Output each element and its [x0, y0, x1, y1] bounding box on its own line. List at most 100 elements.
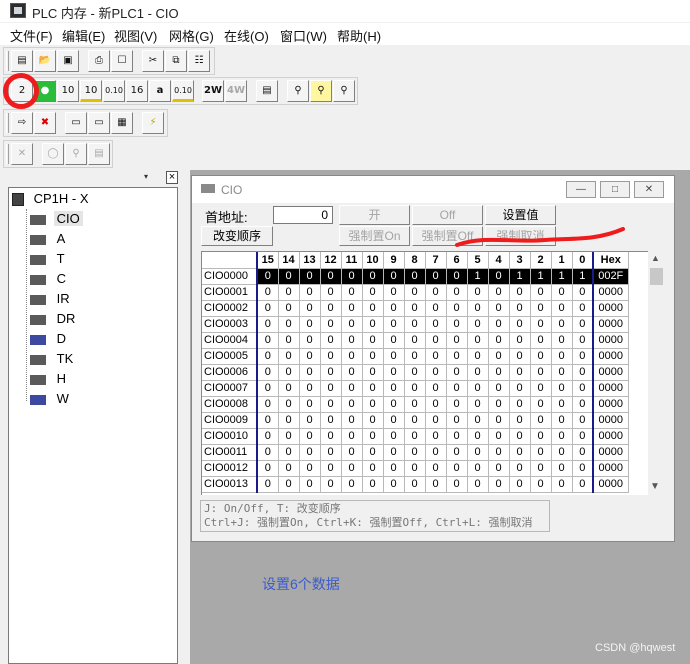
bit-cell[interactable]: 0	[383, 412, 405, 429]
hex-cell[interactable]: 0000	[593, 428, 629, 445]
bit-cell[interactable]: 0	[446, 364, 468, 381]
hex-format-button[interactable]: 16	[126, 80, 148, 102]
bit-cell[interactable]: 0	[362, 300, 384, 317]
bit-cell[interactable]: 0	[278, 444, 300, 461]
bit-cell[interactable]: 0	[299, 396, 321, 413]
hex-cell[interactable]: 0000	[593, 300, 629, 317]
bit-cell[interactable]: 0	[425, 268, 447, 285]
grid-lines-icon[interactable]: ▤	[256, 80, 278, 102]
clear-icon[interactable]: ✖	[34, 112, 56, 134]
bit-cell[interactable]: 0	[467, 460, 489, 477]
bit-cell[interactable]: 0	[383, 300, 405, 317]
bit-cell[interactable]: 0	[256, 460, 279, 477]
hex-cell[interactable]: 0000	[593, 332, 629, 349]
binary-format-button[interactable]: 2	[11, 80, 33, 102]
open-folder-icon[interactable]: 📂	[34, 50, 56, 72]
bit-cell[interactable]: 0	[572, 316, 594, 333]
bit-cell[interactable]: 0	[278, 428, 300, 445]
bit-cell[interactable]: 0	[425, 476, 447, 493]
bit-cell[interactable]: 0	[383, 444, 405, 461]
tree-item-a[interactable]: A	[30, 230, 65, 248]
hex-cell[interactable]: 0000	[593, 316, 629, 333]
toolbar-grip[interactable]	[6, 144, 9, 164]
bit-cell[interactable]: 0	[446, 316, 468, 333]
bit-cell[interactable]: 0	[551, 284, 573, 301]
bit-cell[interactable]: 0	[551, 396, 573, 413]
bit-cell[interactable]: 0	[530, 380, 552, 397]
bit-cell[interactable]: 0	[425, 332, 447, 349]
close-icon[interactable]: ×	[166, 171, 178, 184]
four-word-button[interactable]: 4W	[225, 80, 247, 102]
bit-cell[interactable]: 0	[362, 332, 384, 349]
bit-cell[interactable]: 0	[488, 476, 510, 493]
bit-cell[interactable]: 0	[278, 316, 300, 333]
transfer-to-plc-icon[interactable]: ⇨	[11, 112, 33, 134]
bit-cell[interactable]: 0	[320, 428, 342, 445]
bit-cell[interactable]: 0	[446, 284, 468, 301]
bit-cell[interactable]: 0	[425, 460, 447, 477]
bit-cell[interactable]: 0	[383, 316, 405, 333]
tree-item-c[interactable]: C	[30, 270, 66, 288]
bit-cell[interactable]: 0	[509, 380, 531, 397]
hex-cell[interactable]: 0000	[593, 364, 629, 381]
bit-cell[interactable]: 0	[278, 268, 300, 285]
bit-cell[interactable]: 0	[572, 396, 594, 413]
bit-cell[interactable]: 0	[341, 364, 363, 381]
bit-cell[interactable]: 0	[509, 444, 531, 461]
bit-cell[interactable]: 0	[341, 348, 363, 365]
bit-cell[interactable]: 0	[530, 364, 552, 381]
bit-cell[interactable]: 0	[256, 268, 279, 285]
bit-cell[interactable]: 0	[320, 380, 342, 397]
bit-cell[interactable]: 0	[320, 268, 342, 285]
bit-cell[interactable]: 0	[256, 348, 279, 365]
bit-cell[interactable]: 0	[551, 348, 573, 365]
bit-cell[interactable]: 0	[572, 332, 594, 349]
bit-cell[interactable]: 0	[509, 428, 531, 445]
decimal-format-button[interactable]: 10	[57, 80, 79, 102]
bit-cell[interactable]: 0	[488, 316, 510, 333]
bit-cell[interactable]: 0	[320, 476, 342, 493]
bit-cell[interactable]: 0	[320, 412, 342, 429]
bit-cell[interactable]: 0	[341, 476, 363, 493]
bit-cell[interactable]: 0	[467, 300, 489, 317]
save-icon[interactable]: ▣	[57, 50, 79, 72]
bit-cell[interactable]: 0	[488, 460, 510, 477]
bit-cell[interactable]: 0	[404, 396, 426, 413]
bit-cell[interactable]: 0	[488, 364, 510, 381]
paste-icon[interactable]: ☷	[188, 50, 210, 72]
scrollbar-thumb[interactable]	[650, 268, 663, 285]
toolbar-grip[interactable]	[6, 81, 9, 101]
bit-cell[interactable]: 0	[488, 348, 510, 365]
bit-cell[interactable]: 0	[551, 428, 573, 445]
bit-cell[interactable]: 0	[551, 476, 573, 493]
bit-cell[interactable]: 0	[383, 332, 405, 349]
bit-cell[interactable]: 0	[467, 396, 489, 413]
bit-cell[interactable]: 1	[509, 268, 531, 285]
bit-cell[interactable]: 0	[509, 316, 531, 333]
toolbar-grip[interactable]	[6, 51, 9, 71]
bit-cell[interactable]: 0	[362, 396, 384, 413]
bit-cell[interactable]: 0	[362, 348, 384, 365]
bit-cell[interactable]: 0	[488, 428, 510, 445]
bit-cell[interactable]: 0	[278, 364, 300, 381]
bit-cell[interactable]: 0	[341, 284, 363, 301]
bit-cell[interactable]: 0	[320, 316, 342, 333]
tree-item-tk[interactable]: TK	[30, 350, 73, 368]
bit-cell[interactable]: 0	[278, 348, 300, 365]
set-value-button[interactable]: 设置值	[485, 205, 556, 225]
bit-cell[interactable]: 0	[551, 300, 573, 317]
bit-cell[interactable]: 0	[341, 460, 363, 477]
bit-cell[interactable]: 0	[320, 332, 342, 349]
bit-cell[interactable]: 0	[404, 444, 426, 461]
bit-cell[interactable]: 0	[530, 300, 552, 317]
menu-help[interactable]: 帮助(H)	[337, 26, 381, 45]
bit-cell[interactable]: 0	[256, 380, 279, 397]
bit-cell[interactable]: 0	[299, 428, 321, 445]
bit-cell[interactable]: 0	[256, 476, 279, 493]
bit-cell[interactable]: 0	[488, 412, 510, 429]
time-chart-icon[interactable]: ▤	[88, 143, 110, 165]
hex-cell[interactable]: 0000	[593, 444, 629, 461]
tree-item-w[interactable]: W	[30, 390, 69, 408]
address-find-icon[interactable]: ⚲	[65, 143, 87, 165]
bit-cell[interactable]: 0	[509, 284, 531, 301]
